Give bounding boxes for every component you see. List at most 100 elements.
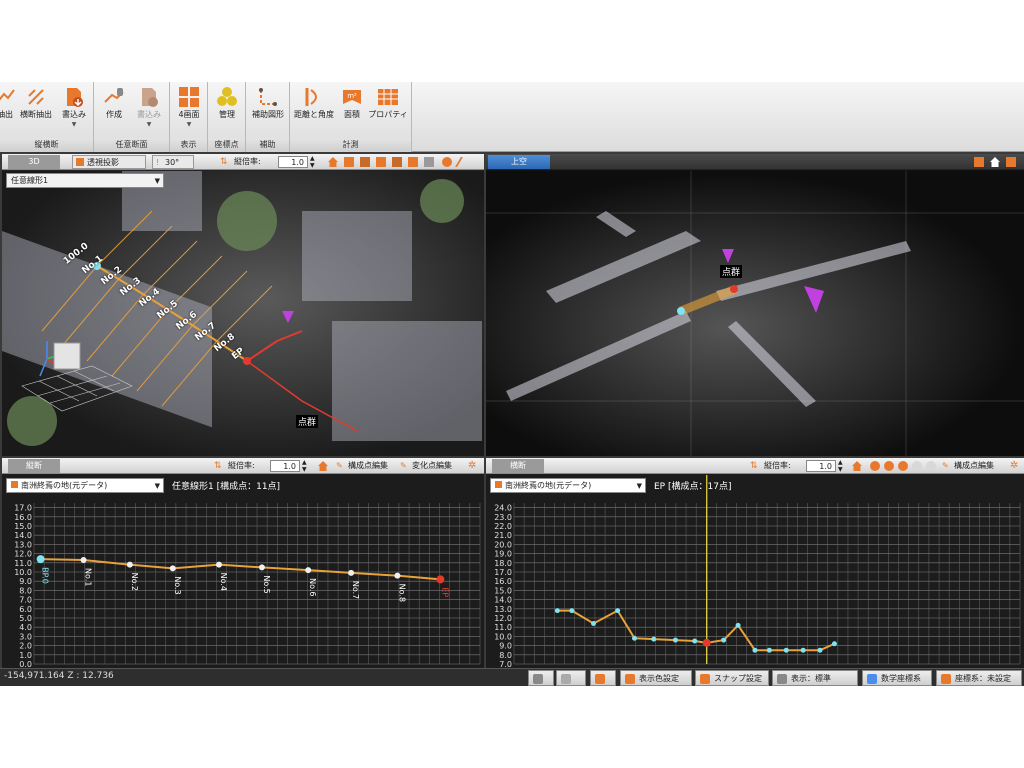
view-reset-icon[interactable]	[1006, 157, 1016, 167]
view-side-icon[interactable]	[360, 157, 370, 167]
group-caption: 補助	[246, 138, 289, 152]
settings-gear-icon[interactable]: ✲	[468, 461, 478, 471]
exaggeration-input[interactable]: 1.0	[278, 156, 308, 168]
view-top-canvas[interactable]: 点群	[486, 171, 1024, 456]
color-settings-button[interactable]: 表示色設定	[620, 670, 692, 686]
ribbon-group-aux: 補助図形 補助	[246, 82, 290, 152]
y-tick-label: 23.0	[494, 513, 512, 522]
first-section-icon[interactable]	[870, 461, 880, 471]
angle-select[interactable]: ! 30°	[152, 155, 194, 169]
exaggeration-input[interactable]: 1.0	[270, 460, 300, 472]
ground-select-cross[interactable]: 南洲終焉の地(元データ) ▼	[490, 478, 646, 493]
edit-points-button[interactable]: ✎ 構成点編集	[336, 459, 388, 473]
longitudinal-point-label: No.4	[219, 573, 228, 591]
extract-icon	[0, 86, 16, 108]
manage-button[interactable]: 管理	[211, 84, 243, 136]
home-icon[interactable]	[318, 461, 328, 471]
next-fast-icon[interactable]	[926, 461, 936, 471]
section-write-button[interactable]: 書込み ▼	[132, 84, 166, 136]
extract-button[interactable]: 抽出	[0, 84, 16, 136]
projection-toggle[interactable]: 透視投影	[72, 155, 146, 169]
light-icon	[561, 674, 571, 684]
display-icon	[777, 674, 787, 684]
exaggeration-label: 縦倍率:	[234, 157, 261, 166]
view-right-icon[interactable]	[408, 157, 418, 167]
layers-icon[interactable]	[974, 157, 984, 167]
distance-angle-icon	[303, 86, 325, 108]
screen-button[interactable]	[590, 670, 616, 686]
tab-sky[interactable]: 上空	[488, 155, 550, 169]
y-tick-label: 12.0	[14, 550, 32, 559]
y-tick-label: 13.0	[14, 540, 32, 549]
cross-point	[569, 608, 575, 614]
create-button[interactable]: 作成	[98, 84, 130, 136]
next-section-icon[interactable]	[912, 461, 922, 471]
longitudinal-series-line	[40, 558, 441, 581]
y-tick-label: 11.0	[494, 623, 512, 632]
edit-points-button[interactable]: ✎ 構成点編集	[942, 459, 994, 473]
group-caption: 座標点	[208, 138, 245, 152]
y-tick-label: 11.0	[14, 559, 32, 568]
math-coord-label: 数学座標系	[881, 674, 921, 683]
cross-center-point	[702, 638, 711, 647]
fit-icon[interactable]	[442, 157, 452, 167]
spin-arrows-icon[interactable]: ▲ ▼	[310, 155, 315, 169]
tab-3d[interactable]: 3D	[8, 155, 60, 169]
y-tick-label: 19.0	[494, 550, 512, 559]
distance-angle-button[interactable]: 距離と角度	[292, 84, 336, 136]
display-mode-button[interactable]: 表示：標準	[772, 670, 858, 686]
spin-arrows-icon[interactable]: ▲ ▼	[302, 459, 307, 473]
slant-icon[interactable]	[455, 157, 471, 167]
area-button[interactable]: m² 面積	[338, 84, 366, 136]
aux-shape-button[interactable]: 補助図形	[248, 84, 288, 136]
math-coord-button[interactable]: 数学座標系	[862, 670, 932, 686]
view-top-header: 上空	[486, 154, 1024, 170]
snap-settings-button[interactable]: スナップ設定	[695, 670, 769, 686]
view-3d-canvas[interactable]: 任意線形1 ▼ 100.0 No.1 No.2 No.3 No.4 No.5 No.6 No.7…	[2, 171, 484, 456]
cross-point	[591, 621, 597, 627]
view-left-icon[interactable]	[392, 157, 402, 167]
settings-gear-icon[interactable]: ✲	[1010, 461, 1020, 471]
home-icon[interactable]	[990, 157, 1000, 167]
spin-arrows-icon[interactable]: ▲ ▼	[838, 459, 843, 473]
y-tick-label: 24.0	[494, 504, 512, 513]
y-tick-label: 9.0	[499, 642, 512, 651]
y-tick-label: 21.0	[494, 531, 512, 540]
edit-change-icon: ✎	[400, 461, 407, 470]
ground-select-value: 南洲終焉の地(元データ)	[21, 481, 108, 490]
view-reset-icon[interactable]	[424, 157, 434, 167]
view-top-pane: 上空 点群	[486, 154, 1024, 456]
properties-button[interactable]: プロパティ	[368, 84, 408, 136]
home-icon[interactable]	[852, 461, 862, 471]
light-toggle-button[interactable]	[556, 670, 586, 686]
eye-toggle-button[interactable]	[528, 670, 554, 686]
cross-extract-button[interactable]: 横断抽出	[16, 84, 56, 136]
prev-fast-icon[interactable]	[884, 461, 894, 471]
coord-system-button[interactable]: 座標系：未設定	[936, 670, 1022, 686]
dropdown-arrow-icon: ▼	[71, 121, 77, 128]
survey-write-button[interactable]: 書込み ▼	[58, 84, 90, 136]
view-front-icon[interactable]	[344, 157, 354, 167]
coord-system-icon	[941, 674, 951, 684]
tab-longitudinal[interactable]: 縦断	[8, 459, 60, 473]
four-pane-button[interactable]: 4画面 ▼	[173, 84, 205, 136]
y-tick-label: 18.0	[494, 559, 512, 568]
longitudinal-point	[169, 565, 176, 572]
y-tick-label: 14.0	[14, 531, 32, 540]
group-caption: 表示	[170, 138, 207, 152]
longitudinal-point-label: No.7	[351, 581, 360, 599]
y-tick-label: 17.0	[494, 568, 512, 577]
y-tick-label: 15.0	[494, 586, 512, 595]
y-tick-label: 7.0	[19, 596, 32, 605]
home-icon[interactable]	[328, 157, 338, 167]
line-select[interactable]: 任意線形1 ▼	[6, 173, 164, 188]
tab-cross[interactable]: 横断	[492, 459, 544, 473]
prev-section-icon[interactable]	[898, 461, 908, 471]
edit-change-button[interactable]: ✎ 変化点編集	[400, 459, 452, 473]
ribbon-group-section: 作成 書込み ▼ 任意断面	[94, 82, 170, 152]
ground-select-longitudinal[interactable]: 南洲終焉の地(元データ) ▼	[6, 478, 164, 493]
cross-point	[631, 635, 637, 641]
axes-icon	[867, 674, 877, 684]
view-back-icon[interactable]	[376, 157, 386, 167]
exaggeration-input[interactable]: 1.0	[806, 460, 836, 472]
